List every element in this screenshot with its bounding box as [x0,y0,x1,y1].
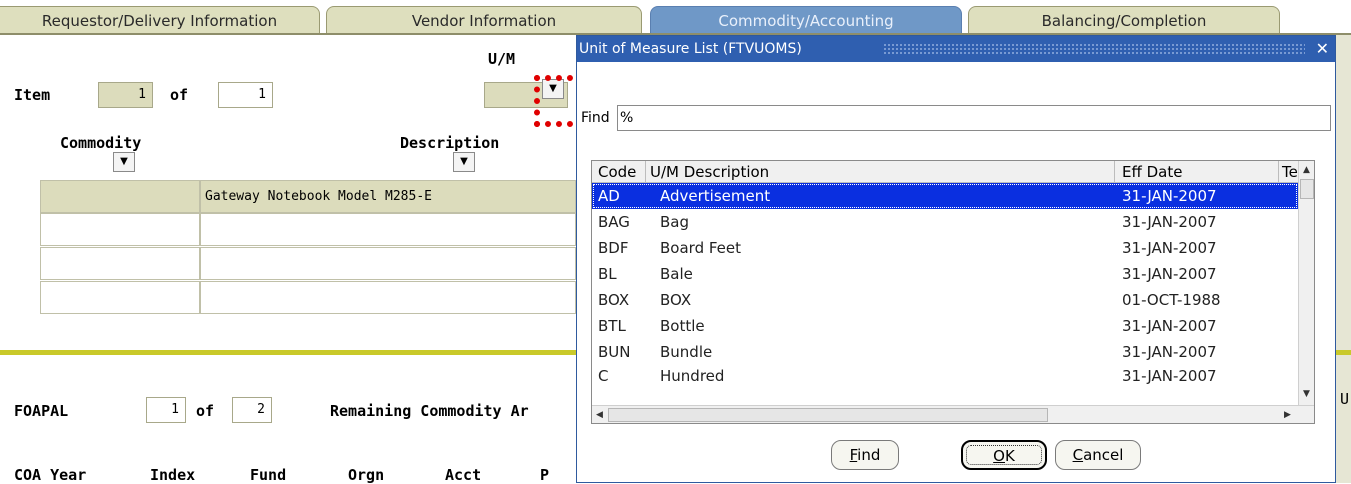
find-button-label: ind [857,446,881,464]
vertical-scroll-thumb[interactable] [1300,179,1314,199]
ok-button-label: K [1004,447,1015,465]
dialog-title: Unit of Measure List (FTVUOMS) [579,41,806,57]
description-cell-1[interactable]: Gateway Notebook Model M285-E [200,180,576,213]
find-label: Find [581,110,610,126]
row-description: Bundle [660,343,713,361]
col-index: Index [150,466,196,484]
item-total-field: 1 [218,82,273,108]
scroll-up-icon[interactable]: ▲ [1303,165,1310,175]
row-description: Bale [660,265,693,283]
background-partial-text: U [1340,390,1350,408]
commodity-cell-3[interactable] [40,247,200,280]
row-description: BOX [660,291,692,309]
commodity-cell-1[interactable] [40,180,200,213]
row-eff-date: 31-JAN-2007 [1122,239,1217,257]
col-eff-date-header[interactable]: Eff Date [1122,161,1182,183]
tab-requestor-delivery[interactable]: Requestor/Delivery Information [0,6,320,34]
foapal-of-label: of [196,402,215,420]
col-coa-year: COA Year [14,466,87,484]
description-label: Description [400,134,500,152]
horizontal-scroll-thumb[interactable] [608,408,1048,422]
row-description: Bag [660,213,690,231]
remaining-commodity-label: Remaining Commodity Ar [330,402,529,420]
row-description: Bottle [660,317,705,335]
row-code: BOX [598,291,630,309]
list-item[interactable]: C Hundred 31-JAN-2007 [592,365,1298,387]
row-eff-date: 31-JAN-2007 [1122,343,1217,361]
tab-vendor-information[interactable]: Vendor Information [326,6,642,34]
list-item[interactable]: AD Advertisement 31-JAN-2007 [592,183,1298,209]
horizontal-scrollbar[interactable]: ◀ ▶ [592,405,1314,423]
row-code: AD [598,187,620,205]
section-separator [0,350,600,355]
description-cell-2[interactable] [200,213,576,246]
cancel-button-label: ancel [1083,446,1124,464]
row-eff-date: 31-JAN-2007 [1122,367,1217,385]
item-of-label: of [170,86,189,104]
unit-of-measure-dialog: Unit of Measure List (FTVUOMS) ✕ Find % … [576,35,1336,483]
list-item[interactable]: BL Bale 31-JAN-2007 [592,261,1298,287]
scroll-left-icon[interactable]: ◀ [596,410,603,420]
item-label: Item [14,86,51,104]
list-item[interactable]: BTL Bottle 31-JAN-2007 [592,313,1298,339]
vertical-scrollbar[interactable]: ▲ ▼ [1298,161,1314,405]
close-icon[interactable]: ✕ [1316,36,1329,62]
col-orgn: Orgn [348,466,385,484]
background-right-strip [1336,35,1351,483]
list-item[interactable]: BAG Bag 31-JAN-2007 [592,209,1298,235]
col-acct: Acct [445,466,482,484]
ok-button-mnemonic: O [993,447,1005,465]
dialog-title-bar[interactable]: Unit of Measure List (FTVUOMS) ✕ [577,36,1335,62]
cancel-button-mnemonic: C [1072,446,1084,464]
commodity-label: Commodity [60,134,142,152]
list-item[interactable]: BOX BOX 01-OCT-1988 [592,287,1298,313]
col-desc-header[interactable]: U/M Description [650,161,769,183]
col-prog: P [540,466,550,484]
um-label: U/M [488,50,516,68]
row-description: Advertisement [660,187,771,205]
list-item[interactable]: BUN Bundle 31-JAN-2007 [592,339,1298,365]
item-number-field[interactable]: 1 [98,82,153,108]
row-eff-date: 31-JAN-2007 [1122,317,1217,335]
col-fund: Fund [250,466,287,484]
cancel-button[interactable]: Cancel [1055,440,1141,470]
tab-bar: Requestor/Delivery Information Vendor In… [0,0,1351,35]
list-header: Code U/M Description Eff Date Te [592,161,1298,183]
row-code: BTL [598,317,626,335]
uom-list[interactable]: Code U/M Description Eff Date Te AD Adve… [591,160,1315,424]
col-code-header[interactable]: Code [598,161,636,183]
row-description: Hundred [660,367,725,385]
foapal-label: FOAPAL [14,402,69,420]
tab-commodity-accounting[interactable]: Commodity/Accounting [650,6,962,34]
foapal-total-field: 2 [232,397,272,423]
commodity-cell-2[interactable] [40,213,200,246]
tab-balancing-completion[interactable]: Balancing/Completion [968,6,1280,34]
row-eff-date: 31-JAN-2007 [1122,187,1217,205]
col-extra-header[interactable]: Te [1282,161,1298,183]
title-bar-grip [883,43,1305,55]
list-item[interactable]: BDF Board Feet 31-JAN-2007 [592,235,1298,261]
row-code: C [598,367,609,385]
row-code: BAG [598,213,630,231]
description-dropdown-icon[interactable]: ▼ [453,152,475,172]
section-separator-right [1336,350,1351,355]
find-button[interactable]: Find [831,440,899,470]
scroll-right-icon[interactable]: ▶ [1284,410,1291,420]
ok-button[interactable]: OK [961,440,1047,470]
foapal-number-field[interactable]: 1 [146,397,186,423]
scroll-down-icon[interactable]: ▼ [1303,389,1310,399]
commodity-cell-4[interactable] [40,281,200,314]
commodity-dropdown-icon[interactable]: ▼ [113,152,135,172]
row-code: BDF [598,239,629,257]
row-eff-date: 31-JAN-2007 [1122,265,1217,283]
description-cell-4[interactable] [200,281,576,314]
description-cell-3[interactable] [200,247,576,280]
row-code: BUN [598,343,631,361]
row-eff-date: 01-OCT-1988 [1122,291,1221,309]
row-eff-date: 31-JAN-2007 [1122,213,1217,231]
row-description: Board Feet [660,239,741,257]
row-code: BL [598,265,617,283]
find-input[interactable]: % [617,105,1331,131]
